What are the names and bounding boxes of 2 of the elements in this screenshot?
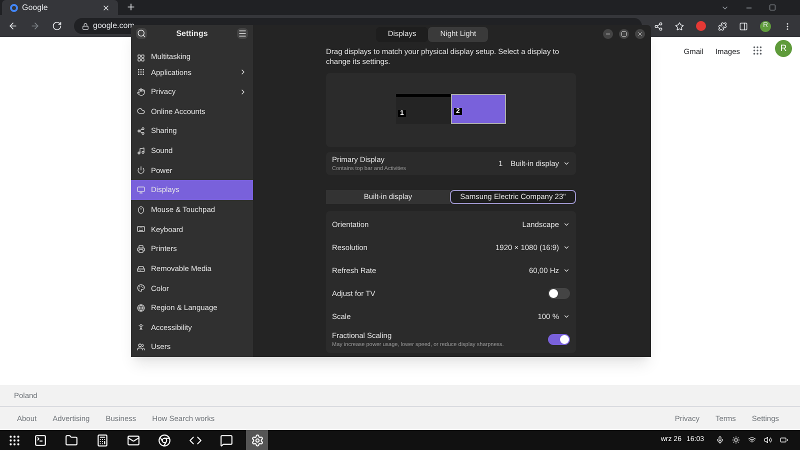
window-title: Settings: [176, 28, 208, 40]
tab-title: Google: [22, 2, 49, 14]
